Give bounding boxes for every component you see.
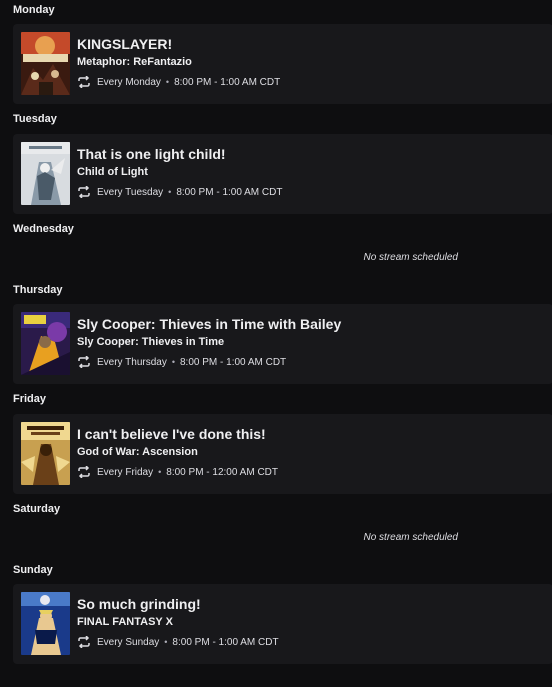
day-label-thursday: Thursday: [13, 284, 63, 296]
stream-card-monday[interactable]: KINGSLAYER! Metaphor: ReFantazio Every M…: [13, 24, 552, 104]
repeat-icon: [77, 355, 91, 369]
recurrence-text: Every Tuesday: [97, 186, 164, 198]
stream-title[interactable]: I can't believe I've done this!: [77, 426, 266, 442]
day-label-sunday: Sunday: [13, 564, 53, 576]
separator-dot: •: [168, 187, 172, 197]
game-box-art[interactable]: [21, 142, 70, 205]
stream-title[interactable]: That is one light child!: [77, 146, 226, 162]
day-label-friday: Friday: [13, 393, 47, 405]
game-box-art[interactable]: [21, 312, 70, 375]
stream-card-tuesday[interactable]: That is one light child! Child of Light …: [13, 134, 552, 214]
stream-card-friday[interactable]: I can't believe I've done this! God of W…: [13, 414, 552, 494]
stream-card-sunday[interactable]: So much grinding! FINAL FANTASY X Every …: [13, 584, 552, 664]
day-label-saturday: Saturday: [13, 503, 61, 515]
empty-day-wednesday: No stream scheduled: [13, 244, 552, 274]
repeat-icon: [77, 185, 91, 199]
game-name[interactable]: Child of Light: [77, 166, 148, 178]
recurrence-text: Every Monday: [97, 76, 161, 88]
game-name[interactable]: Sly Cooper: Thieves in Time: [77, 336, 224, 348]
day-label-monday: Monday: [13, 4, 55, 16]
schedule-meta: Every Sunday • 8:00 PM - 1:00 AM CDT: [77, 635, 279, 649]
day-label-tuesday: Tuesday: [13, 113, 57, 125]
no-stream-text: No stream scheduled: [363, 252, 459, 263]
day-label-wednesday: Wednesday: [13, 223, 74, 235]
stream-title[interactable]: Sly Cooper: Thieves in Time with Bailey: [77, 316, 341, 332]
schedule-meta: Every Thursday • 8:00 PM - 1:00 AM CDT: [77, 355, 287, 369]
repeat-icon: [77, 635, 91, 649]
separator-dot: •: [164, 637, 168, 647]
schedule-meta: Every Friday • 8:00 PM - 12:00 AM CDT: [77, 465, 278, 479]
separator-dot: •: [165, 77, 170, 87]
game-box-art[interactable]: [21, 422, 70, 485]
game-box-art[interactable]: [21, 592, 70, 655]
time-range: 8:00 PM - 1:00 AM CDT: [180, 356, 287, 368]
recurrence-text: Every Sunday: [97, 636, 160, 648]
game-box-art[interactable]: [21, 32, 70, 95]
stream-title[interactable]: So much grinding!: [77, 596, 201, 612]
game-name[interactable]: Metaphor: ReFantazio: [77, 56, 192, 68]
recurrence-text: Every Friday: [97, 466, 154, 478]
separator-dot: •: [158, 467, 162, 477]
no-stream-text: No stream scheduled: [363, 532, 459, 543]
repeat-icon: [77, 465, 91, 479]
empty-day-saturday: No stream scheduled: [13, 524, 552, 554]
time-range: 8:00 PM - 1:00 AM CDT: [174, 76, 281, 88]
time-range: 8:00 PM - 12:00 AM CDT: [166, 466, 278, 478]
game-name[interactable]: God of War: Ascension: [77, 446, 198, 458]
schedule-meta: Every Monday • 8:00 PM - 1:00 AM CDT: [77, 75, 281, 89]
repeat-icon: [77, 75, 91, 89]
time-range: 8:00 PM - 1:00 AM CDT: [172, 636, 279, 648]
schedule-meta: Every Tuesday • 8:00 PM - 1:00 AM CDT: [77, 185, 283, 199]
recurrence-text: Every Thursday: [97, 356, 167, 368]
stream-card-thursday[interactable]: Sly Cooper: Thieves in Time with Bailey …: [13, 304, 552, 384]
time-range: 8:00 PM - 1:00 AM CDT: [176, 186, 283, 198]
stream-title[interactable]: KINGSLAYER!: [77, 36, 172, 52]
game-name[interactable]: FINAL FANTASY X: [77, 616, 173, 628]
separator-dot: •: [171, 357, 175, 367]
